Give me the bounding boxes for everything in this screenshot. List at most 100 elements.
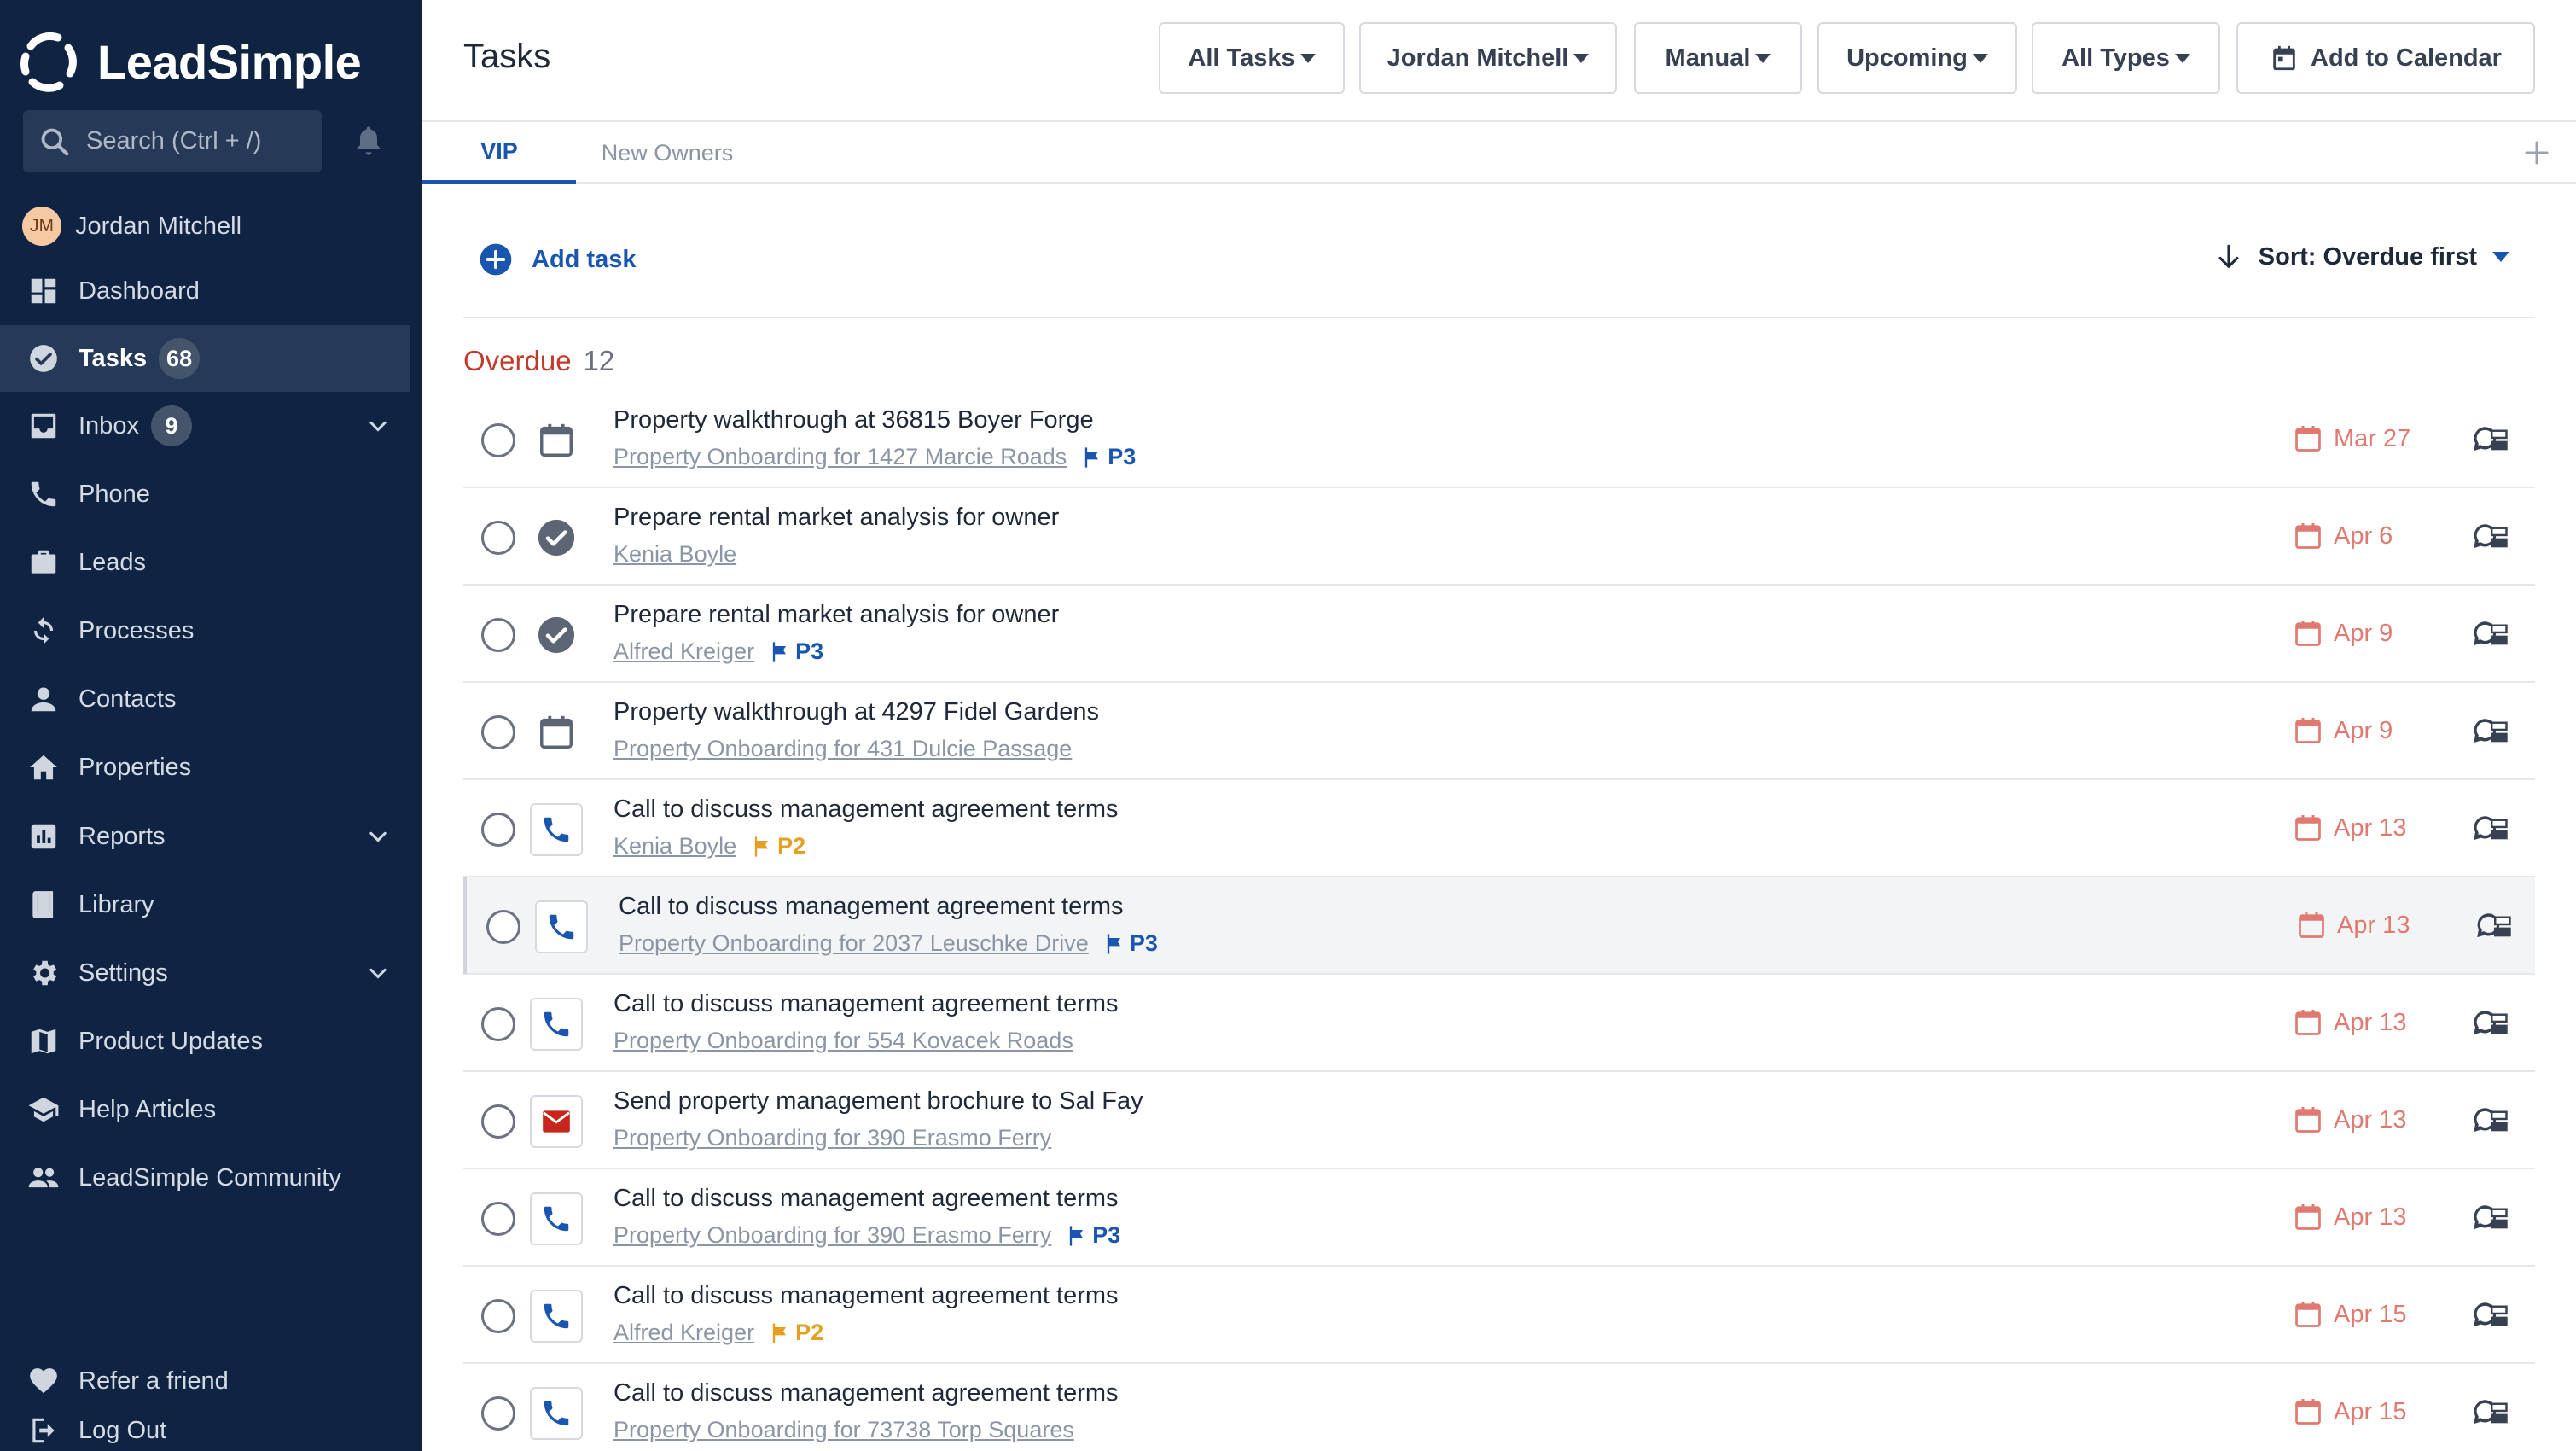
task-row[interactable]: Call to discuss management agreement ter… [463, 780, 2535, 877]
complete-task-checkbox[interactable] [481, 521, 515, 555]
sidebar-item-profile[interactable]: JM Jordan Mitchell [0, 193, 410, 259]
due-date[interactable]: Apr 9 [2293, 715, 2393, 746]
task-row[interactable]: Property walkthrough at 4297 Fidel Garde… [463, 683, 2535, 780]
add-to-calendar-button[interactable]: Add to Calendar [2236, 22, 2535, 94]
reassign-icon[interactable] [2471, 1298, 2510, 1332]
task-title[interactable]: Send property management brochure to Sal… [613, 1087, 1143, 1116]
task-title[interactable]: Property walkthrough at 4297 Fidel Garde… [613, 698, 1099, 726]
task-related-link[interactable]: Property Onboarding for 554 Kovacek Road… [613, 1028, 1073, 1054]
reassign-icon[interactable] [2471, 1006, 2510, 1040]
sidebar-item-dashboard[interactable]: Dashboard [0, 258, 410, 324]
sidebar-item-settings[interactable]: Settings [0, 940, 410, 1006]
complete-task-checkbox[interactable] [481, 813, 515, 847]
due-date[interactable]: Mar 27 [2293, 423, 2410, 454]
task-related-link[interactable]: Kenia Boyle [613, 541, 736, 568]
due-date[interactable]: Apr 13 [2293, 1007, 2406, 1038]
reassign-icon[interactable] [2471, 1104, 2510, 1138]
task-row[interactable]: Call to discuss management agreement ter… [463, 975, 2535, 1072]
task-related-link[interactable]: Property Onboarding for 431 Dulcie Passa… [613, 736, 1072, 762]
complete-task-checkbox[interactable] [481, 1202, 515, 1236]
task-related-link[interactable]: Property Onboarding for 390 Erasmo Ferry [613, 1222, 1051, 1249]
task-related-link[interactable]: Property Onboarding for 390 Erasmo Ferry [613, 1125, 1051, 1151]
task-title[interactable]: Call to discuss management agreement ter… [613, 990, 1119, 1018]
complete-task-checkbox[interactable] [481, 1299, 515, 1333]
task-title[interactable]: Property walkthrough at 36815 Boyer Forg… [613, 406, 1094, 434]
sidebar-item-library[interactable]: Library [0, 871, 410, 938]
chevron-down-icon[interactable] [366, 962, 390, 986]
sort-dropdown[interactable]: Sort: Overdue first [2214, 242, 2509, 271]
sidebar-item-leads[interactable]: Leads [0, 529, 410, 596]
task-related-link[interactable]: Property Onboarding for 73738 Torp Squar… [613, 1417, 1074, 1443]
task-title[interactable]: Call to discuss management agreement ter… [613, 795, 1119, 824]
task-title[interactable]: Call to discuss management agreement ter… [619, 893, 1124, 921]
task-related-link[interactable]: Kenia Boyle [613, 833, 736, 860]
complete-task-checkbox[interactable] [481, 1396, 515, 1431]
task-row[interactable]: Property walkthrough at 36815 Boyer Forg… [463, 391, 2535, 488]
complete-task-checkbox[interactable] [486, 910, 520, 944]
filter-all-tasks-button[interactable]: All Tasks [1159, 22, 1345, 94]
sidebar-item-contacts[interactable]: Contacts [0, 666, 410, 732]
filter-all-types-button[interactable]: All Types [2032, 22, 2220, 94]
due-date[interactable]: Apr 13 [2293, 1202, 2406, 1232]
reassign-icon[interactable] [2471, 714, 2510, 749]
complete-task-checkbox[interactable] [481, 423, 515, 457]
sidebar-item-community[interactable]: LeadSimple Community [0, 1145, 410, 1211]
reassign-icon[interactable] [2474, 909, 2514, 943]
reassign-icon[interactable] [2471, 520, 2510, 554]
filter-assignee-button[interactable]: Jordan Mitchell [1359, 22, 1617, 94]
due-date[interactable]: Apr 15 [2293, 1299, 2406, 1330]
due-date[interactable]: Apr 9 [2293, 618, 2393, 649]
reassign-icon[interactable] [2471, 1201, 2510, 1235]
search-box[interactable] [23, 110, 322, 172]
due-date[interactable]: Apr 13 [2293, 1104, 2406, 1135]
complete-task-checkbox[interactable] [481, 618, 515, 652]
filter-manual-button[interactable]: Manual [1634, 22, 1802, 94]
add-task-button[interactable]: Add task [479, 242, 636, 277]
task-row[interactable]: Call to discuss management agreement ter… [463, 1267, 2535, 1364]
filter-upcoming-button[interactable]: Upcoming [1817, 22, 2017, 94]
reassign-icon[interactable] [2471, 812, 2510, 846]
bell-icon[interactable] [352, 124, 386, 158]
task-row[interactable]: Prepare rental market analysis for owner… [463, 488, 2535, 586]
task-related-link[interactable]: Alfred Kreiger [613, 1320, 754, 1346]
task-row[interactable]: Call to discuss management agreement ter… [463, 1169, 2535, 1267]
complete-task-checkbox[interactable] [481, 1007, 515, 1041]
reassign-icon[interactable] [2471, 422, 2510, 457]
task-related-link[interactable]: Alfred Kreiger [613, 638, 754, 665]
chevron-down-icon[interactable] [366, 415, 390, 439]
task-row[interactable]: Call to discuss management agreement ter… [463, 877, 2535, 975]
complete-task-checkbox[interactable] [481, 715, 515, 749]
chevron-down-icon[interactable] [366, 825, 390, 849]
reassign-icon[interactable] [2471, 617, 2510, 651]
add-tab-icon[interactable] [2521, 137, 2552, 168]
sidebar-item-inbox[interactable]: Inbox 9 [0, 393, 410, 459]
due-date[interactable]: Apr 6 [2293, 521, 2393, 551]
complete-task-checkbox[interactable] [481, 1104, 515, 1139]
sidebar-item-logout[interactable]: Log Out [0, 1397, 410, 1451]
task-row[interactable]: Send property management brochure to Sal… [463, 1072, 2535, 1169]
sidebar-item-processes[interactable]: Processes [0, 597, 410, 664]
task-title[interactable]: Call to discuss management agreement ter… [613, 1379, 1119, 1407]
sidebar-item-product-updates[interactable]: Product Updates [0, 1008, 410, 1075]
task-title[interactable]: Call to discuss management agreement ter… [613, 1282, 1119, 1310]
sidebar-item-reports[interactable]: Reports [0, 803, 410, 870]
due-date[interactable]: Apr 15 [2293, 1396, 2406, 1427]
search-input[interactable] [86, 127, 317, 155]
due-date[interactable]: Apr 13 [2293, 813, 2406, 843]
task-title[interactable]: Prepare rental market analysis for owner [613, 601, 1059, 629]
sidebar-item-help-articles[interactable]: Help Articles [0, 1076, 410, 1143]
brand-logo[interactable]: LeadSimple [19, 26, 362, 97]
tab-new-owners[interactable]: New Owners [593, 122, 741, 184]
task-title[interactable]: Prepare rental market analysis for owner [613, 504, 1059, 532]
sidebar-item-phone[interactable]: Phone [0, 461, 410, 527]
due-date[interactable]: Apr 13 [2296, 910, 2410, 941]
task-related-link[interactable]: Property Onboarding for 2037 Leuschke Dr… [619, 930, 1089, 957]
task-related-link[interactable]: Property Onboarding for 1427 Marcie Road… [613, 444, 1067, 470]
sidebar-item-tasks[interactable]: Tasks 68 [0, 325, 410, 392]
tab-vip[interactable]: VIP [422, 122, 576, 184]
sidebar-item-properties[interactable]: Properties [0, 734, 410, 801]
task-row[interactable]: Prepare rental market analysis for owner… [463, 586, 2535, 683]
task-title[interactable]: Call to discuss management agreement ter… [613, 1185, 1119, 1213]
task-row[interactable]: Call to discuss management agreement ter… [463, 1364, 2535, 1451]
reassign-icon[interactable] [2471, 1396, 2510, 1430]
